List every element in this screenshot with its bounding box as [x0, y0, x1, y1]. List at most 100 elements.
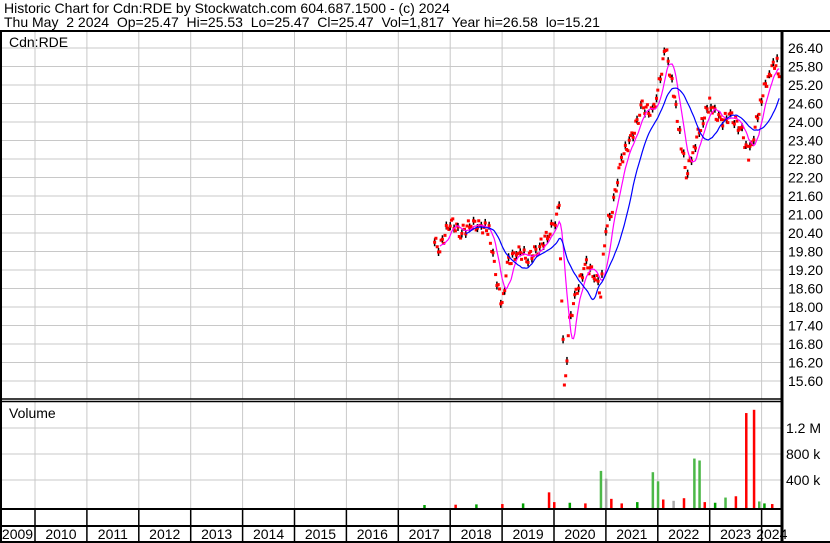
price-point — [529, 249, 533, 253]
price-point — [753, 125, 757, 129]
price-tick-label: 18.00 — [788, 299, 823, 315]
price-point — [543, 234, 547, 238]
price-point — [582, 267, 586, 271]
volume-bar — [698, 460, 701, 508]
price-point — [652, 102, 656, 106]
price-point — [741, 136, 745, 140]
price-point — [631, 135, 635, 139]
price-point — [638, 113, 642, 117]
price-point — [775, 56, 779, 60]
price-point — [553, 223, 557, 227]
price-point — [544, 230, 548, 234]
price-point — [776, 72, 780, 76]
price-point — [701, 122, 705, 126]
price-point — [509, 262, 513, 266]
volume-bar — [724, 497, 727, 508]
volume-bar — [501, 504, 504, 508]
volume-panel-label: Volume — [9, 405, 56, 421]
volume-bar — [604, 478, 608, 508]
price-point — [629, 134, 633, 138]
price-point — [648, 113, 652, 117]
price-point — [517, 245, 521, 249]
volume-bar — [703, 502, 707, 508]
price-point — [705, 107, 709, 111]
price-point — [691, 151, 695, 155]
price-point — [661, 57, 665, 61]
price-point — [757, 112, 761, 116]
price-point — [547, 235, 551, 239]
year-label: 2021 — [616, 526, 647, 542]
volume-bar — [758, 501, 761, 508]
price-point — [473, 219, 477, 223]
price-point — [564, 374, 568, 378]
price-point — [665, 48, 669, 52]
price-point — [679, 147, 683, 151]
price-point — [642, 106, 646, 110]
price-tick-label: 16.20 — [788, 355, 823, 371]
price-point — [565, 359, 569, 363]
price-point — [433, 240, 437, 244]
volume-bar — [770, 504, 774, 508]
price-point — [747, 158, 751, 162]
volume-bar — [547, 492, 551, 508]
price-point — [604, 230, 608, 234]
year-label: 2017 — [409, 526, 440, 542]
price-tick-label: 23.40 — [788, 133, 823, 149]
volume-bar — [620, 503, 623, 508]
price-point — [736, 128, 740, 132]
price-point — [453, 229, 457, 233]
price-point — [512, 251, 516, 255]
price-point — [548, 232, 552, 236]
year-label: 2019 — [512, 526, 543, 542]
year-label: 2012 — [149, 526, 180, 542]
year-label: 2024 — [756, 526, 787, 542]
price-point — [555, 212, 559, 216]
price-point — [596, 279, 600, 283]
price-point — [626, 149, 630, 153]
price-point — [617, 166, 621, 170]
volume-bar — [584, 503, 587, 508]
price-point — [594, 278, 598, 282]
price-point — [718, 115, 722, 119]
price-point — [601, 252, 605, 256]
price-point — [486, 232, 490, 236]
price-point — [723, 111, 727, 115]
volume-bar — [763, 503, 766, 508]
price-panel-label: Cdn:RDE — [9, 34, 68, 50]
year-label: 2013 — [201, 526, 232, 542]
price-point — [660, 72, 664, 76]
price-tick-label: 21.00 — [788, 207, 823, 223]
price-point — [748, 144, 752, 148]
volume-bar — [599, 470, 603, 508]
price-tick-label: 18.60 — [788, 281, 823, 297]
price-point — [745, 144, 749, 148]
price-point — [616, 181, 620, 185]
price-point — [765, 84, 769, 88]
price-point — [560, 299, 564, 303]
year-label: 2023 — [720, 526, 751, 542]
price-point — [752, 138, 756, 142]
price-point — [518, 250, 522, 254]
price-tick-label: 24.60 — [788, 96, 823, 112]
price-point — [465, 224, 469, 228]
year-label: 2020 — [564, 526, 595, 542]
price-tick-label: 15.60 — [788, 373, 823, 389]
price-tick-label: 17.40 — [788, 318, 823, 334]
price-tick-label: 20.40 — [788, 225, 823, 241]
price-point — [491, 251, 495, 255]
price-point — [530, 257, 534, 261]
price-tick-label: 25.20 — [788, 77, 823, 93]
price-point — [523, 256, 527, 260]
price-point — [494, 273, 498, 277]
price-point — [561, 337, 565, 341]
price-point — [658, 77, 662, 81]
volume-bar — [568, 502, 572, 508]
price-point — [597, 291, 601, 295]
price-point — [500, 300, 504, 304]
price-point — [621, 160, 625, 164]
price-point — [435, 245, 439, 249]
price-point — [693, 146, 697, 150]
price-point — [516, 252, 520, 256]
price-point — [636, 121, 640, 125]
price-point — [504, 274, 508, 278]
